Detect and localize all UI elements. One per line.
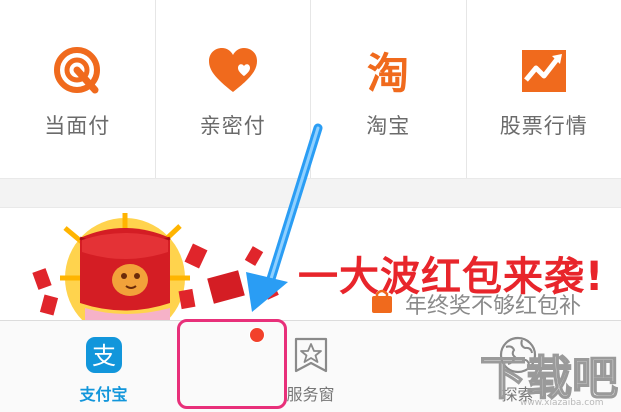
watermark-url: www.xiazaiba.com [520,398,604,408]
grid-item-label: 股票行情 [499,114,588,138]
grid-item-label: 亲密付 [199,114,266,138]
annotation-highlight-box [177,319,287,409]
grid-item-face-to-face-pay[interactable]: 当面付 [0,0,156,178]
section-divider [0,178,621,208]
quick-action-grid: 当面付 亲密付 淘 淘宝 股票行情 [0,0,621,178]
stock-chart-icon [521,50,566,92]
grid-item-stock-quotes[interactable]: 股票行情 [467,0,621,178]
shopping-bag-icon [372,289,392,313]
grid-item-label: 淘宝 [366,114,411,138]
scan-pay-icon [54,47,101,94]
globe-icon [499,336,536,374]
svg-text:支: 支 [92,342,116,370]
banner-subtitle: 年终奖不够红包补 [405,294,582,319]
grid-item-taobao[interactable]: 淘 淘宝 [311,0,467,178]
heart-pay-icon [208,48,257,92]
taobao-icon: 淘 [367,49,409,96]
service-window-star-icon [294,337,327,373]
red-packet-illustration [32,213,279,320]
svg-text:淘: 淘 [367,49,409,96]
grid-item-label: 当面付 [44,114,111,138]
tab-label: 支付宝 [79,385,128,404]
alipay-icon: 支 [85,337,122,373]
red-packet-banner[interactable]: 一大波红包来袭! 年终奖不够红包补 [0,208,621,320]
grid-item-intimate-pay[interactable]: 亲密付 [156,0,311,178]
tab-alipay[interactable]: 支 支付宝 [0,321,207,412]
